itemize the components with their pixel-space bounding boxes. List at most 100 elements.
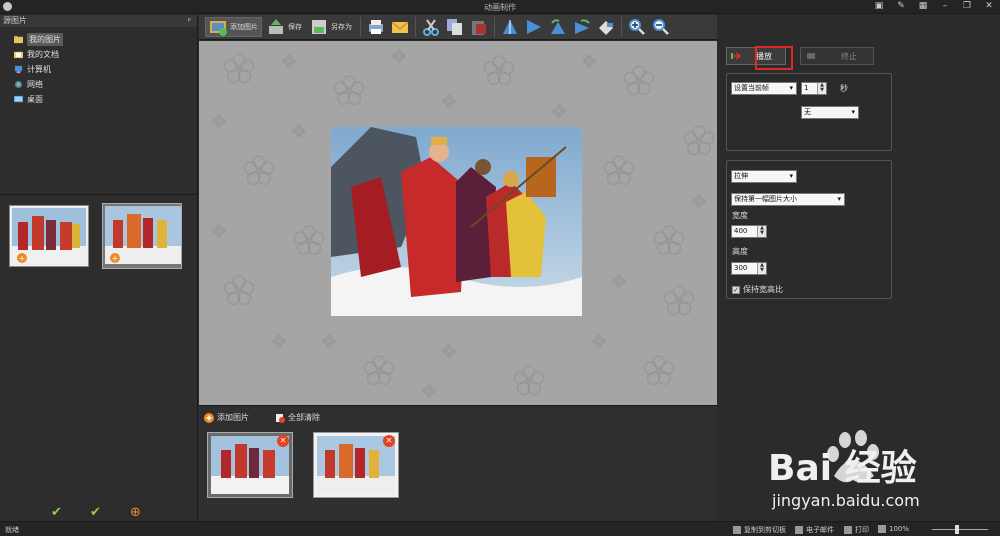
rotate-left-icon[interactable] <box>549 18 567 36</box>
save-as-icon <box>312 20 326 34</box>
strip-add-image-button[interactable]: 添加图片 <box>204 412 249 423</box>
grid-icon[interactable]: ▦ <box>918 1 928 12</box>
thumbnail-image: + <box>12 208 86 264</box>
toolbar-separator <box>360 17 361 37</box>
tree-item-network[interactable]: 网络 <box>6 77 197 92</box>
source-thumbnail[interactable]: + <box>9 205 89 267</box>
save-button[interactable]: 保存 <box>264 17 305 37</box>
resize-mode-select[interactable]: 拉伸 <box>731 170 797 183</box>
toolbar-separator <box>621 17 622 37</box>
minimize-icon[interactable]: – <box>940 1 950 12</box>
cut-icon[interactable] <box>422 18 440 36</box>
save-icon <box>269 19 283 34</box>
email-button[interactable]: 电子邮件 <box>795 525 834 535</box>
watermark-url: jingyan.baidu.com <box>771 491 920 510</box>
print-icon[interactable] <box>367 18 385 36</box>
transition-select[interactable]: 无 <box>801 106 859 119</box>
copy-icon[interactable] <box>446 18 464 36</box>
frame-thumbnail-selected[interactable]: ✕ <box>207 432 293 498</box>
remove-frame-icon[interactable]: ✕ <box>277 435 289 447</box>
doc-icon[interactable]: ▣ <box>874 1 884 12</box>
frame-settings-group: 设置当前帧 1 ▲▼ 秒 无 <box>726 73 892 151</box>
zoom-out-icon[interactable] <box>652 18 670 36</box>
width-spinner[interactable]: 400 ▲ ▼ <box>731 225 767 238</box>
flip-horizontal-icon[interactable] <box>525 18 543 36</box>
stop-icon <box>807 53 815 59</box>
rotate-right-icon[interactable] <box>573 18 591 36</box>
toolbar-separator <box>415 17 416 37</box>
tree-item-label: 我的图片 <box>27 33 63 46</box>
source-thumbnail-selected[interactable]: + <box>102 203 182 269</box>
save-label: 保存 <box>288 23 302 31</box>
close-icon[interactable]: ✕ <box>984 1 994 12</box>
panel-header: 源图片 ᵖ <box>0 15 197 27</box>
check-partial-icon[interactable]: ✔ <box>90 505 101 520</box>
tree-item-label: 网络 <box>27 80 43 89</box>
zoom-slider-thumb[interactable] <box>955 525 959 534</box>
pictures-folder-icon <box>14 35 23 44</box>
preview-canvas[interactable] <box>199 41 717 405</box>
zoom-slider-track[interactable] <box>932 529 988 530</box>
panel-title: 源图片 <box>3 16 27 25</box>
save-as-button[interactable]: 另存为 <box>307 17 355 37</box>
tree-item-computer[interactable]: 计算机 <box>6 62 197 77</box>
desktop-icon <box>14 95 23 103</box>
flip-vertical-icon[interactable] <box>501 18 519 36</box>
frame-thumbnail[interactable]: ✕ <box>313 432 399 498</box>
computer-icon <box>14 65 23 74</box>
spinner-arrows-icon[interactable]: ▲ ▼ <box>817 83 826 94</box>
tree-item-label: 我的文档 <box>27 50 59 59</box>
documents-folder-icon <box>14 51 23 59</box>
tree-item-my-pictures[interactable]: 我的图片 <box>6 32 197 47</box>
zoom-value: 100% <box>889 525 910 533</box>
frame-duration-value: 1 <box>804 84 809 92</box>
size-mode-select[interactable]: 保持第一幅图片大小 <box>731 193 845 206</box>
main-toolbar: 添加图片 保存 另存为 <box>199 15 717 40</box>
frame-select[interactable]: 设置当前帧 <box>731 82 797 95</box>
zoom-indicator: 100% <box>878 525 909 533</box>
stop-label: 终止 <box>841 51 857 61</box>
copy-to-clipboard-button[interactable]: 复制到剪切板 <box>733 525 786 535</box>
clear-all-label: 全部清除 <box>288 413 320 422</box>
email-icon <box>795 526 803 534</box>
restore-icon[interactable]: ❐ <box>962 1 972 12</box>
play-icon <box>731 52 741 60</box>
remove-frame-icon[interactable]: ✕ <box>383 435 395 447</box>
paste-icon[interactable] <box>470 18 488 36</box>
eraser-icon[interactable] <box>597 18 615 36</box>
height-spinner[interactable]: 300 ▲ ▼ <box>731 262 767 275</box>
pen-icon[interactable]: ✎ <box>896 1 906 12</box>
tree-item-label: 计算机 <box>27 65 51 74</box>
frame-strip: 添加图片 全部清除 ✕ ✕ <box>199 405 717 521</box>
add-image-button[interactable]: 添加图片 <box>205 17 262 37</box>
tree-item-desktop[interactable]: 桌面 <box>6 92 197 107</box>
toolbar-separator <box>494 17 495 37</box>
strip-add-image-label: 添加图片 <box>217 413 249 422</box>
zoom-icon <box>878 525 886 533</box>
status-text: 就绪 <box>5 526 19 534</box>
add-image-label: 添加图片 <box>230 23 258 31</box>
size-settings-group: 拉伸 保持第一幅图片大小 宽度 400 ▲▼ 高度 300 ▲▼ ✓ 保持宽高比 <box>726 160 892 299</box>
print-button[interactable]: 打印 <box>844 525 869 535</box>
save-as-label: 另存为 <box>331 23 352 31</box>
checkbox-check-icon[interactable]: ✓ <box>732 285 740 294</box>
window-controls: ▣ ✎ ▦ – ❐ ✕ <box>874 1 994 12</box>
preview-image <box>331 127 582 316</box>
thumbnail-image: + <box>105 206 181 264</box>
add-icon[interactable]: ⊕ <box>130 505 141 520</box>
print-label: 打印 <box>855 526 869 534</box>
keep-ratio-checkbox[interactable]: ✓ 保持宽高比 <box>732 284 783 295</box>
clipboard-icon <box>733 526 741 534</box>
check-icon[interactable]: ✔ <box>51 505 62 520</box>
tree-item-my-documents[interactable]: 我的文档 <box>6 47 197 62</box>
pin-icon[interactable]: ᵖ <box>188 15 191 27</box>
frame-duration-spinner[interactable]: 1 ▲ ▼ <box>801 82 827 95</box>
stop-button[interactable]: 终止 <box>800 47 874 65</box>
clear-all-button[interactable]: 全部清除 <box>275 412 320 423</box>
zoom-in-icon[interactable] <box>628 18 646 36</box>
height-value: 300 <box>734 264 748 272</box>
email-icon[interactable] <box>391 18 409 36</box>
spinner-arrows-icon[interactable]: ▲ ▼ <box>757 263 766 274</box>
spinner-arrows-icon[interactable]: ▲ ▼ <box>757 226 766 237</box>
window-title: 动画制作 <box>484 3 516 12</box>
